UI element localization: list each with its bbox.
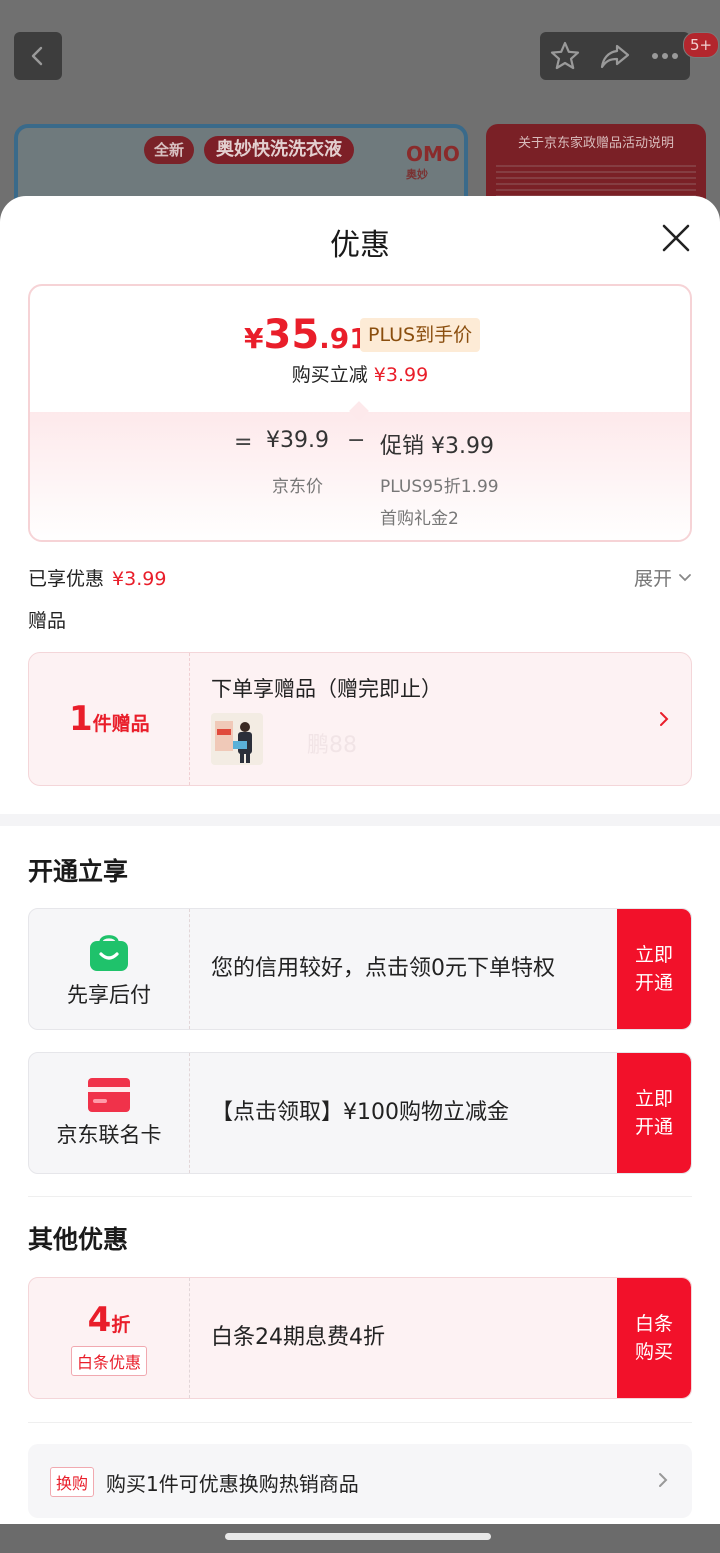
chevron-left-icon [31, 46, 43, 66]
chevron-right-icon [660, 712, 669, 726]
cobrand-card-offer[interactable]: 京东联名卡 【点击领取】¥100购物立减金 立即 开通 [28, 1052, 692, 1174]
price-breakdown-card: ¥35.91 PLUS到手价 购买立减 ¥3.99 = ¥39.9 − 促销 ¥3… [28, 284, 692, 542]
promo-detail-gift-money: 首购礼金2 [380, 509, 459, 529]
expand-button[interactable]: 展开 [634, 564, 692, 591]
banner-new-tag: 全新 [144, 136, 195, 164]
cobrand-card-label: 京东联名卡 [56, 1123, 162, 1147]
divider [28, 1196, 692, 1197]
gift-section-label: 赠品 [28, 610, 67, 632]
banner-title: 奥妙快洗洗衣液 [204, 136, 354, 164]
sheet-title: 优惠 [330, 228, 390, 263]
cobrand-card-panel: 京东联名卡 [29, 1053, 190, 1173]
cobrand-card-text: 【点击领取】¥100购物立减金 [211, 1100, 509, 1125]
notice-banner-title: 关于京东家政赠品活动说明 [517, 136, 674, 151]
minus-sign: − [347, 428, 366, 453]
shopping-bag-icon [90, 935, 128, 971]
trade-in-bar[interactable]: 换购 购买1件可优惠换购热销商品 [28, 1444, 692, 1518]
watermark: 鹏88 [307, 733, 357, 758]
section-divider [0, 814, 720, 826]
baitiao-text: 白条24期息费4折 [211, 1325, 385, 1350]
chevron-down-icon [679, 573, 691, 581]
gift-count-panel: 1件赠品 [29, 653, 190, 785]
brand-logo: OMO 奥妙 [406, 142, 460, 181]
pay-later-panel: 先享后付 [29, 909, 190, 1029]
home-indicator[interactable] [225, 1533, 491, 1540]
promo-amount: 促销 ¥3.99 [380, 434, 494, 459]
gift-card[interactable]: 1件赠品 下单享赠品（赠完即止） 鹏88 [28, 652, 692, 786]
enjoyed-discount: 已享优惠 ¥3.99 [28, 568, 167, 590]
back-button[interactable] [14, 32, 62, 80]
gift-name: 下单享赠品（赠完即止） [211, 677, 442, 701]
pay-later-label: 先享后付 [67, 983, 151, 1007]
share-icon[interactable] [599, 40, 631, 72]
credit-card-icon [88, 1078, 130, 1112]
pay-later-offer[interactable]: 先享后付 您的信用较好，点击领0元下单特权 立即 开通 [28, 908, 692, 1030]
top-actions [540, 32, 690, 80]
discount-sheet: 优惠 ¥35.91 PLUS到手价 购买立减 ¥3.99 = ¥39.9 − 促销… [0, 196, 720, 1524]
open-section-title: 开通立享 [28, 857, 129, 886]
open-now-button[interactable]: 立即 开通 [617, 909, 691, 1029]
equals-sign: = [234, 430, 253, 455]
baitiao-discount-panel: 4折 白条优惠 [29, 1278, 190, 1398]
baitiao-buy-button[interactable]: 白条 购买 [617, 1278, 691, 1398]
baitiao-offer[interactable]: 4折 白条优惠 白条24期息费4折 白条 购买 [28, 1277, 692, 1399]
final-price: ¥35.91 [244, 312, 369, 358]
baitiao-tag: 白条优惠 [70, 1346, 147, 1376]
open-now-button[interactable]: 立即 开通 [617, 1053, 691, 1173]
promo-detail-plus: PLUS95折1.99 [380, 477, 499, 497]
chevron-right-icon [659, 1473, 668, 1487]
discount-value: 4折 [87, 1300, 131, 1340]
message-badge: 5+ [683, 32, 719, 58]
swap-tag: 换购 [50, 1467, 95, 1497]
gift-count: 1件赠品 [69, 699, 150, 739]
swap-text: 购买1件可优惠换购热销商品 [106, 1472, 359, 1496]
base-price-label: 京东价 [272, 477, 323, 497]
divider [28, 1422, 692, 1423]
star-icon[interactable] [549, 40, 581, 72]
pay-later-text: 您的信用较好，点击领0元下单特权 [211, 956, 555, 981]
other-section-title: 其他优惠 [28, 1225, 129, 1254]
more-icon[interactable] [649, 40, 681, 72]
gift-thumbnail [211, 713, 263, 765]
plus-price-tag: PLUS到手价 [360, 318, 481, 352]
instant-discount: 购买立减 ¥3.99 [291, 364, 429, 386]
close-icon[interactable] [658, 220, 694, 256]
base-price: ¥39.9 [266, 428, 329, 453]
